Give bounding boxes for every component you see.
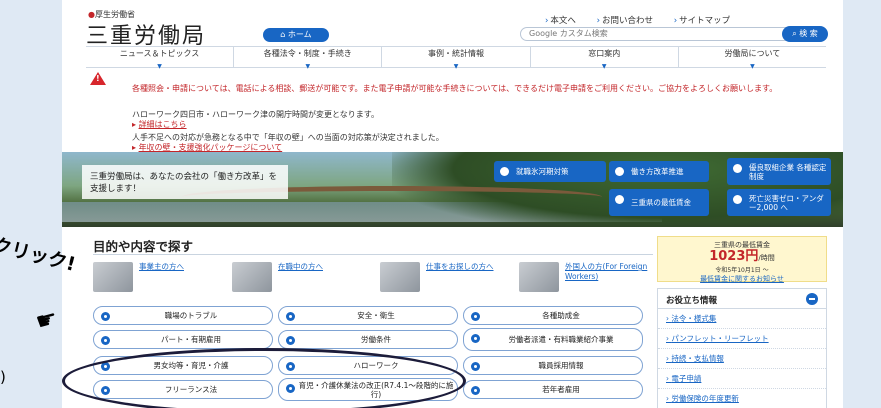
foreign-worker-photo xyxy=(519,262,559,292)
purpose-button-youth[interactable]: 若年者雇用 xyxy=(463,380,643,399)
useful-link-insurance[interactable]: › 労働保険の年度更新 xyxy=(658,389,826,408)
purpose-button-childcare-law[interactable]: 育児・介護休業法の改正(R7.4.1～段階的に施行) xyxy=(278,378,458,401)
banner-button-certification[interactable]: 優良取組企業 各種認定制度 xyxy=(727,158,831,185)
warning-icon: ! xyxy=(90,72,106,85)
main-nav: ニュース＆トピックス ▼ 各種法令・制度・手続き ▼ 事例・統計情報 ▼ 窓口案内 ▼ … xyxy=(86,46,826,70)
notice-covid: 各種照会・申請については、電話による相談、郵送が可能です。また電子申請が可能な手… xyxy=(132,84,778,93)
purpose-button-dispatch[interactable]: 労働者派遣・有料職業紹介事業 xyxy=(463,328,643,351)
search-input[interactable]: Google カスタム検索 xyxy=(520,27,820,41)
banner-button-ice-age[interactable]: 就職氷河期対策 xyxy=(494,161,606,182)
nav-news[interactable]: ニュース＆トピックス ▼ xyxy=(86,47,235,70)
page: ●厚生労働省 三重労働局 ⌂ ホーム › 本文へ › お問い合わせ › サイトマップ … xyxy=(62,0,843,408)
divider xyxy=(93,254,653,255)
useful-link-pamphlets[interactable]: › パンフレット・リーフレット xyxy=(658,329,826,349)
toplink-main[interactable]: › 本文へ xyxy=(545,16,585,26)
toplink-contact[interactable]: › お問い合わせ xyxy=(597,16,662,26)
purpose-button-hellowork[interactable]: ハローワーク xyxy=(278,356,458,375)
chevron-down-icon: ▼ xyxy=(453,63,459,70)
jobseeker-photo xyxy=(380,262,420,292)
purpose-button-trouble[interactable]: 職場のトラブル xyxy=(93,306,273,325)
toplink-sitemap[interactable]: › サイトマップ xyxy=(674,16,739,26)
useful-link-payments[interactable]: › 持続・支払情報 xyxy=(658,349,826,369)
purpose-button-parttime[interactable]: パート・有期雇用 xyxy=(93,330,273,349)
chevron-down-icon: ▼ xyxy=(601,63,607,70)
audience-foreign[interactable]: 外国人の方(For Foreign Workers) xyxy=(519,262,649,296)
useful-link-forms[interactable]: › 法令・様式集 xyxy=(658,309,826,329)
min-wage-box: 三重県の最低賃金 1023円/時間 令和5年10月1日 〜 最低賃金に関するお知… xyxy=(657,236,827,284)
audience-employer[interactable]: 事業主の方へ xyxy=(93,262,223,296)
chevron-down-icon: ▼ xyxy=(157,63,162,70)
chevron-down-icon: ▼ xyxy=(750,63,755,70)
search-button[interactable]: ⌕ 検 索 xyxy=(782,26,828,42)
top-links: › 本文へ › お問い合わせ › サイトマップ xyxy=(545,14,748,26)
pointing-hand-icon: ☛ xyxy=(32,303,61,337)
paren-annotation: ) xyxy=(0,368,6,386)
section-title: 目的や内容で探す xyxy=(93,239,194,254)
employee-photo xyxy=(232,262,272,292)
purpose-button-conditions[interactable]: 労働条件 xyxy=(278,330,458,349)
useful-info-panel: お役立ち情報 › 法令・様式集 › パンフレット・リーフレット › 持続・支払情… xyxy=(657,288,827,408)
purpose-button-freelance[interactable]: フリーランス法 xyxy=(93,380,273,399)
nav-offices[interactable]: 窓口案内 ▼ xyxy=(531,47,679,70)
banner-text: 三重労働局は、あなたの会社の「働き方改革」を支援します！ xyxy=(82,165,288,199)
purpose-button-equality[interactable]: 男女均等・育児・介護 xyxy=(93,356,273,375)
useful-link-e-apply[interactable]: › 電子申請 xyxy=(658,369,826,389)
chevron-down-icon: ▼ xyxy=(305,63,311,70)
purpose-button-safety[interactable]: 安全・衛生 xyxy=(278,306,458,325)
banner-button-min-wage[interactable]: 三重県の最低賃金 xyxy=(609,189,709,216)
hero-banner: 三重労働局は、あなたの会社の「働き方改革」を支援します！ 就職氷河期対策 働き方… xyxy=(62,152,843,227)
employer-photo xyxy=(93,262,133,292)
nav-stats[interactable]: 事例・統計情報 ▼ xyxy=(382,47,531,70)
banner-button-workstyle[interactable]: 働き方改革推進 xyxy=(609,161,709,182)
banner-button-zero-death[interactable]: 死亡災害ゼロ・アンダー2,000 へ xyxy=(727,189,831,216)
nav-about[interactable]: 労働局について ▼ xyxy=(679,47,826,70)
purpose-button-recruit[interactable]: 職員採用情報 xyxy=(463,356,643,375)
notice-hours-link[interactable]: ▸ 詳細はこちら xyxy=(132,119,187,130)
min-wage-link[interactable]: 最低賃金に関するお知らせ xyxy=(658,274,826,284)
audience-jobseeker[interactable]: 仕事をお探しの方へ xyxy=(380,262,510,296)
collapse-icon[interactable] xyxy=(806,293,818,305)
purpose-button-subsidy[interactable]: 各種助成金 xyxy=(463,306,643,325)
home-button[interactable]: ⌂ ホーム xyxy=(263,28,329,42)
nav-laws[interactable]: 各種法令・制度・手続き ▼ xyxy=(234,47,383,70)
audience-employee[interactable]: 在職中の方へ xyxy=(232,262,362,296)
